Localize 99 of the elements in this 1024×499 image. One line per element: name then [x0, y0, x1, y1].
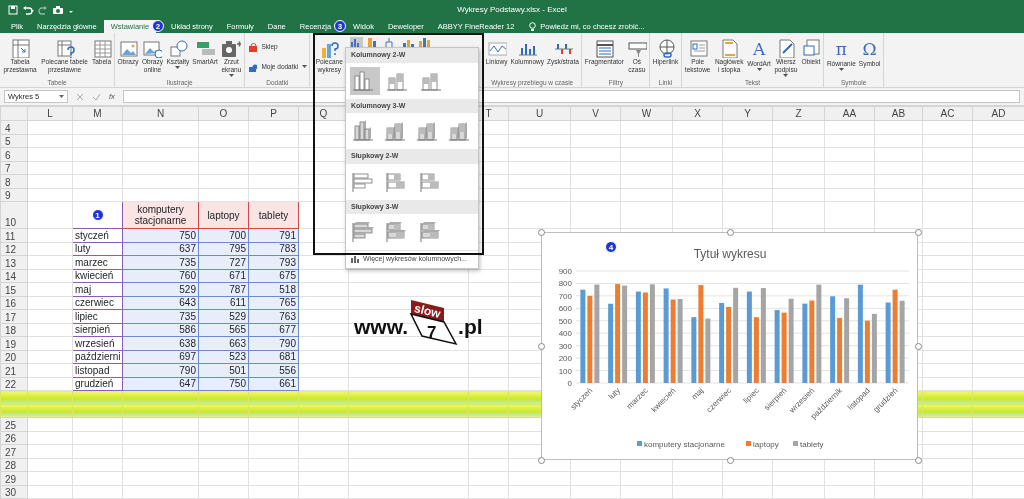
number-badge: 3	[334, 20, 347, 32]
table-cell: lipiec	[72, 309, 123, 323]
symbol-icon: A	[752, 38, 766, 60]
axis-tick-label: 400	[558, 329, 572, 339]
bar-chart-icon	[386, 170, 408, 193]
column-chart-icon	[350, 255, 359, 264]
camera-icon	[52, 5, 64, 15]
object-icon	[800, 38, 821, 58]
camera-plus-icon	[221, 38, 242, 58]
3d-bar-chart-icon	[352, 221, 374, 243]
table-cell: październi	[72, 350, 123, 364]
axis-tick-label: 200	[558, 354, 572, 364]
symbol-icon: Ω	[862, 38, 877, 60]
chart-type-option[interactable]	[350, 66, 380, 95]
3d-column-chart-icon	[448, 120, 470, 142]
axis-tick-label: 500	[558, 316, 572, 326]
shapes-icon	[167, 38, 188, 58]
table-cell: luty	[72, 242, 123, 256]
resize-handle[interactable]	[538, 229, 545, 236]
text-box-icon	[687, 38, 708, 58]
logo-mark-icon	[408, 300, 459, 346]
table-cell: wrzesień	[72, 336, 123, 350]
table-cell: kwiecień	[72, 269, 123, 283]
3d-column-chart-icon	[384, 120, 406, 142]
cancel-icon[interactable]	[76, 92, 84, 101]
table-cell: listopad	[72, 363, 123, 377]
lightbulb-icon	[529, 21, 537, 32]
table-cell: marzec	[72, 255, 123, 269]
shopping-bag-icon	[247, 42, 258, 52]
axis-tick-label: 100	[558, 366, 572, 376]
check-icon[interactable]	[92, 92, 101, 101]
pivot-table-icon	[10, 38, 30, 58]
resize-handle[interactable]	[726, 229, 734, 236]
resize-handle[interactable]	[915, 457, 922, 464]
resize-handle[interactable]	[726, 457, 734, 464]
column-header[interactable]: X	[672, 106, 723, 121]
bar-chart-icon	[420, 170, 442, 193]
logo-text: slow	[412, 300, 443, 323]
3d-column-chart-icon	[352, 120, 374, 142]
resize-handle[interactable]	[915, 343, 922, 350]
table-cell: maj	[72, 282, 123, 296]
column-header[interactable]: N	[122, 106, 199, 121]
column-header[interactable]: O	[198, 106, 249, 121]
axis-tick-label: 300	[558, 341, 572, 351]
table-cell: styczeń	[72, 228, 123, 242]
number-badge: 1	[91, 209, 104, 221]
legend-label[interactable]: komputery stacjonarne	[644, 439, 725, 449]
column-header[interactable]: AD	[972, 106, 1024, 121]
resize-handle[interactable]	[915, 229, 922, 236]
undo-icon	[22, 5, 34, 15]
slicer-icon	[594, 38, 615, 58]
resize-handle[interactable]	[538, 343, 545, 350]
table-icon	[91, 38, 112, 58]
row-header[interactable]: 10	[0, 201, 28, 229]
axis-tick-label: 0	[567, 379, 572, 388]
table-cell: sierpień	[72, 323, 123, 337]
bar-chart-icon	[352, 170, 374, 193]
column-header[interactable]: U	[508, 106, 571, 121]
column-header[interactable]: Y	[722, 106, 773, 121]
logo-text: .pl	[458, 313, 483, 340]
axis-tick-label: 700	[558, 291, 572, 301]
axis-category-label: luty	[606, 386, 623, 402]
resize-handle[interactable]	[538, 457, 545, 464]
window-title: Wykresy Podstawy.xlsx - Excel	[457, 4, 567, 16]
legend-label[interactable]: laptopy	[753, 439, 779, 449]
symbol-icon: π	[835, 38, 847, 60]
column-header[interactable]: L	[27, 106, 73, 121]
axis-tick-label: 800	[558, 279, 572, 289]
column-header[interactable]: V	[570, 106, 621, 121]
column-heading-cell: komputery stacjonarne	[122, 201, 199, 229]
column-header[interactable]: Z	[772, 106, 825, 121]
logo-text: 7	[427, 322, 437, 344]
picture-icon	[117, 38, 138, 58]
axis-tick-label: 600	[558, 304, 572, 314]
redo-icon	[38, 5, 48, 15]
save-icon	[8, 5, 18, 15]
3d-column-chart-icon	[416, 120, 438, 142]
page-icon	[719, 38, 740, 58]
chart-title[interactable]: Tytuł wykresu	[693, 247, 767, 261]
table-cell: czerwiec	[72, 296, 123, 310]
logo-text: www.	[354, 313, 409, 340]
3d-bar-chart-icon	[420, 221, 442, 243]
column-header[interactable]: M	[72, 106, 123, 121]
column-header[interactable]: P	[248, 106, 299, 121]
caret-icon	[59, 94, 64, 99]
axis-tick-label: 900	[558, 267, 572, 276]
legend-label[interactable]: tablety	[800, 439, 824, 449]
column-chart-icon	[352, 69, 374, 92]
column-header[interactable]: W	[620, 106, 673, 121]
column-header[interactable]: AB	[874, 106, 923, 121]
column-header[interactable]: AA	[824, 106, 875, 121]
table-cell: grudzień	[72, 377, 123, 391]
column-header[interactable]: AC	[922, 106, 973, 121]
number-badge: 4	[605, 241, 617, 253]
table-question-icon	[54, 38, 75, 58]
puzzle-icon	[247, 62, 258, 72]
3d-bar-chart-icon	[386, 221, 408, 243]
picture-globe-icon	[142, 38, 163, 58]
axis-category-label: maj	[689, 386, 706, 402]
